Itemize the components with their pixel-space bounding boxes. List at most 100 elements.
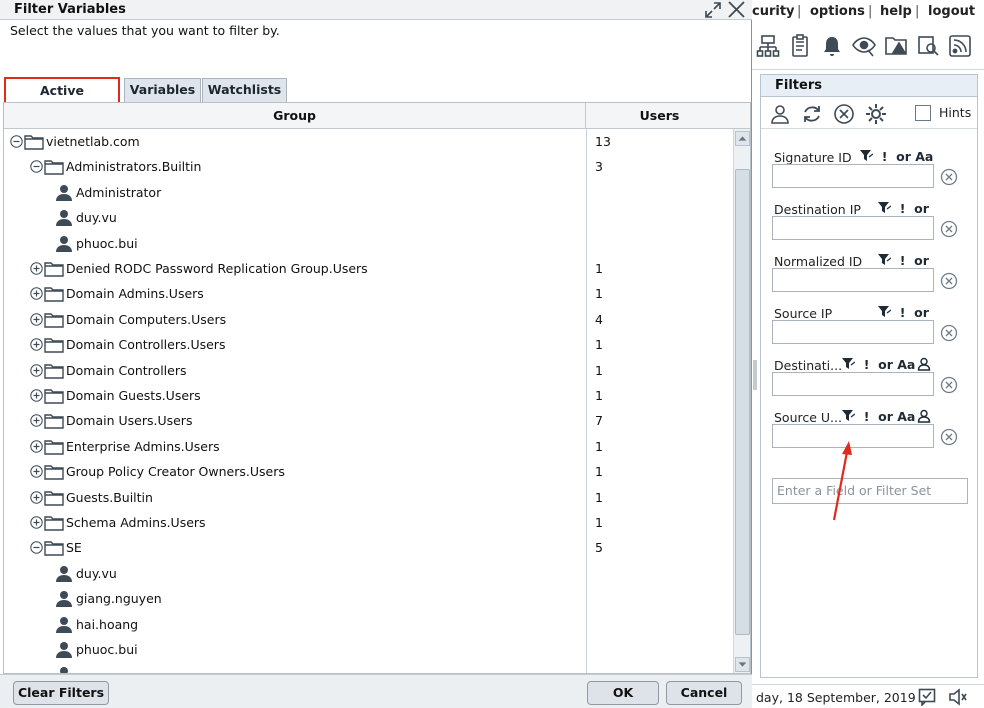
group-row[interactable]: Domain Computers.Users 4 xyxy=(4,307,732,332)
not-operator[interactable]: ! xyxy=(891,201,914,216)
hints-checkbox[interactable] xyxy=(915,105,931,121)
funnel-icon[interactable] xyxy=(842,410,855,422)
gear-icon[interactable] xyxy=(865,103,887,125)
speaker-mute-icon[interactable] xyxy=(948,688,968,706)
user-filter-icon[interactable] xyxy=(769,103,791,125)
not-operator[interactable]: ! xyxy=(873,149,896,164)
or-operator[interactable]: or xyxy=(914,253,929,268)
network-icon[interactable] xyxy=(756,34,780,58)
expand-icon[interactable] xyxy=(30,490,43,504)
clear-filter-icon[interactable] xyxy=(940,272,958,290)
group-row[interactable]: Guests.Builtin 1 xyxy=(4,485,732,510)
not-operator[interactable]: ! xyxy=(891,253,914,268)
user-row[interactable]: hai.hoang xyxy=(4,612,732,637)
collapse-icon[interactable] xyxy=(30,541,43,555)
expand-icon[interactable] xyxy=(30,414,43,428)
not-operator[interactable]: ! xyxy=(855,357,878,372)
filter-value-input[interactable] xyxy=(772,268,934,292)
scroll-up-icon[interactable] xyxy=(735,131,750,146)
user-row[interactable]: Administrator xyxy=(4,180,732,205)
column-header-users[interactable]: Users xyxy=(587,103,732,129)
add-field-input[interactable]: Enter a Field or Filter Set xyxy=(772,478,968,504)
nav-security-link[interactable]: curity xyxy=(752,4,795,19)
expand-icon[interactable] xyxy=(30,363,43,377)
group-row[interactable]: Group Policy Creator Owners.Users 1 xyxy=(4,459,732,484)
expand-icon[interactable] xyxy=(30,465,43,478)
report-icon[interactable] xyxy=(788,34,812,58)
panel-splitter[interactable] xyxy=(752,360,758,390)
nav-logout-link[interactable]: logout xyxy=(928,4,975,19)
scroll-thumb[interactable] xyxy=(735,169,750,635)
filter-value-input[interactable] xyxy=(772,372,934,396)
group-row[interactable]: Schema Admins.Users 1 xyxy=(4,510,732,535)
filter-value-input[interactable] xyxy=(772,164,934,188)
refresh-icon[interactable] xyxy=(801,103,823,125)
user-row[interactable] xyxy=(4,662,732,673)
clear-filter-icon[interactable] xyxy=(940,428,958,446)
group-row[interactable]: Denied RODC Password Replication Group.U… xyxy=(4,256,732,281)
not-operator[interactable]: ! xyxy=(855,409,878,424)
expand-icon[interactable] xyxy=(704,1,722,19)
group-row[interactable]: vietnetlab.com 13 xyxy=(4,129,732,154)
tab-variables[interactable]: Variables xyxy=(124,78,201,102)
clear-filter-icon[interactable] xyxy=(940,168,958,186)
funnel-icon[interactable] xyxy=(842,358,855,370)
clear-filter-icon[interactable] xyxy=(940,220,958,238)
filter-value-input[interactable] xyxy=(772,320,934,344)
clear-filters-button[interactable]: Clear Filters xyxy=(13,681,109,705)
close-icon[interactable] xyxy=(727,0,746,19)
rss-icon[interactable] xyxy=(948,34,972,58)
user-icon[interactable] xyxy=(917,409,931,423)
user-row[interactable]: giang.nguyen xyxy=(4,586,732,611)
group-row[interactable]: Domain Admins.Users 1 xyxy=(4,281,732,306)
vertical-scrollbar[interactable] xyxy=(733,129,750,673)
expand-icon[interactable] xyxy=(30,338,43,351)
group-row[interactable]: Domain Users.Users 7 xyxy=(4,408,732,433)
expand-icon[interactable] xyxy=(30,262,43,275)
collapse-icon[interactable] xyxy=(30,160,43,174)
search-doc-icon[interactable] xyxy=(916,34,940,58)
clear-filter-icon[interactable] xyxy=(940,324,958,342)
user-row[interactable]: duy.vu xyxy=(4,205,732,230)
clear-all-icon[interactable] xyxy=(833,103,855,125)
expand-icon[interactable] xyxy=(30,389,43,402)
funnel-icon[interactable] xyxy=(878,306,891,318)
watch-eye-icon[interactable] xyxy=(852,34,876,58)
funnel-icon[interactable] xyxy=(878,254,891,266)
nav-options-link[interactable]: options xyxy=(810,4,865,19)
tab-active-directory[interactable]: Active Directory xyxy=(4,77,120,122)
group-row[interactable]: Enterprise Admins.Users 1 xyxy=(4,434,732,459)
or-operator[interactable]: or Aa xyxy=(896,149,933,164)
tab-watchlists[interactable]: Watchlists xyxy=(202,78,287,102)
group-row[interactable]: Domain Controllers.Users 1 xyxy=(4,332,732,357)
filter-value-input[interactable] xyxy=(772,216,934,240)
ok-button[interactable]: OK xyxy=(587,681,659,705)
funnel-icon[interactable] xyxy=(878,202,891,214)
alert-folder-icon[interactable] xyxy=(884,34,908,58)
column-header-group[interactable]: Group xyxy=(4,103,586,129)
funnel-icon[interactable] xyxy=(860,150,873,162)
expand-icon[interactable] xyxy=(30,313,43,326)
clear-filter-icon[interactable] xyxy=(940,376,958,394)
group-row[interactable]: Domain Guests.Users 1 xyxy=(4,383,732,408)
group-row[interactable]: Domain Controllers 1 xyxy=(4,358,732,383)
cancel-button[interactable]: Cancel xyxy=(666,681,742,705)
collapse-icon[interactable] xyxy=(10,135,23,148)
group-row[interactable]: Administrators.Builtin 3 xyxy=(4,154,732,179)
user-row[interactable]: phuoc.bui xyxy=(4,231,732,256)
not-operator[interactable]: ! xyxy=(891,305,914,320)
user-row[interactable]: duy.vu xyxy=(4,561,732,586)
or-operator[interactable]: or xyxy=(914,305,929,320)
user-row[interactable]: phuoc.bui xyxy=(4,637,732,662)
or-operator[interactable]: or Aa xyxy=(878,357,915,372)
or-operator[interactable]: or Aa xyxy=(878,409,915,424)
expand-icon[interactable] xyxy=(30,440,43,453)
nav-help-link[interactable]: help xyxy=(880,4,912,19)
bell-icon[interactable] xyxy=(820,34,844,58)
group-row[interactable]: SE 5 xyxy=(4,535,732,560)
or-operator[interactable]: or xyxy=(914,201,929,216)
expand-icon[interactable] xyxy=(30,287,43,301)
user-icon[interactable] xyxy=(917,357,931,371)
expand-icon[interactable] xyxy=(30,516,43,529)
checkbox-chat-icon[interactable] xyxy=(918,688,936,706)
